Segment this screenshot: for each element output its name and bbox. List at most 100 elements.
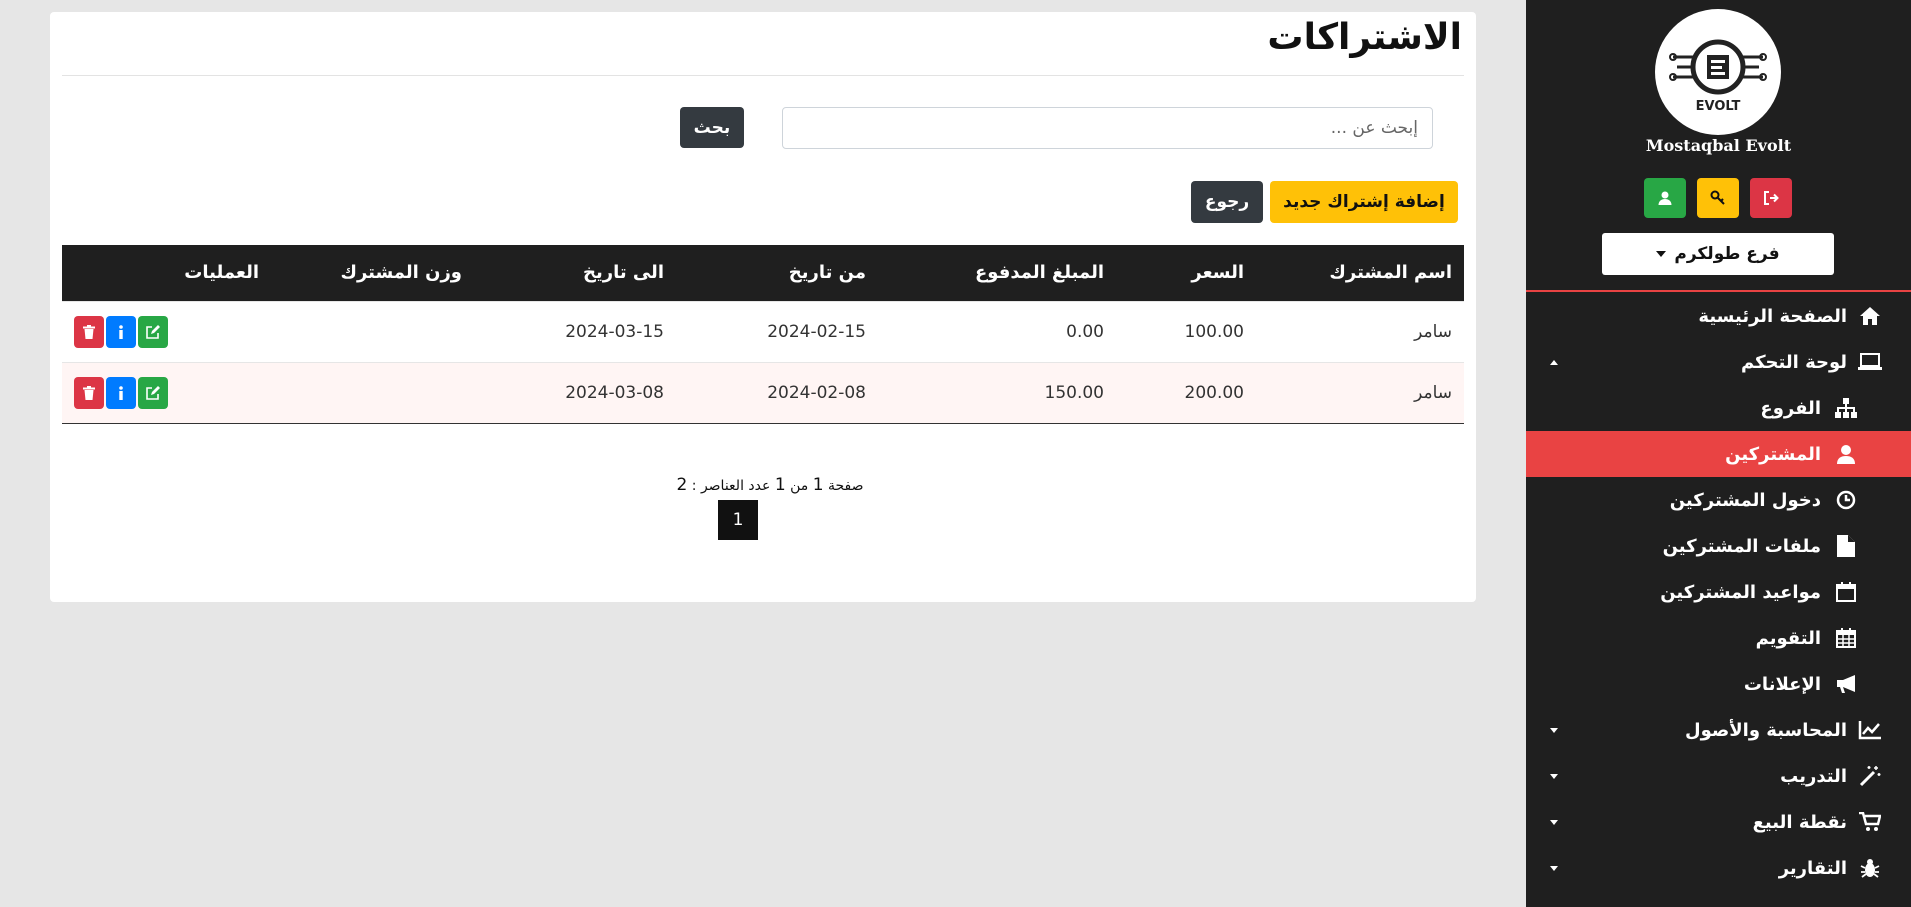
sidebar: EVOLT Mostaqbal Evolt فرع طولكرم الصفحة … [1526, 0, 1911, 907]
sidebar-nav: الصفحة الرئيسية لوحة التحكم الفروع المشت… [1526, 293, 1911, 891]
search-button[interactable]: بحث [680, 107, 744, 148]
change-password-button[interactable] [1697, 178, 1739, 218]
page-word: صفحة [827, 478, 864, 494]
cell-from-date: 2024-02-15 [676, 300, 878, 362]
chart-line-icon [1857, 717, 1883, 743]
branch-select[interactable]: فرع طولكرم [1602, 233, 1834, 275]
profile-button[interactable] [1644, 178, 1686, 218]
back-button[interactable]: رجوع [1191, 181, 1263, 223]
sidebar-item-label: دخول المشتركين [1669, 489, 1821, 511]
cell-to-date: 2024-03-15 [474, 300, 676, 362]
chevron-down-icon [1550, 866, 1558, 871]
row-actions [74, 376, 259, 409]
subscriptions-table: اسم المشترك السعر المبلغ المدفوع من تاري… [62, 245, 1464, 424]
column-header: العمليات [62, 245, 271, 301]
calendar-grid-icon [1833, 625, 1859, 651]
column-header: السعر [1116, 245, 1256, 301]
info-button[interactable] [106, 376, 136, 409]
cell-price: 100.00 [1116, 300, 1256, 362]
table-row: سامر 200.00 150.00 2024-02-08 2024-03-08 [62, 361, 1464, 424]
sign-out-icon [1764, 191, 1779, 205]
sidebar-item-ads[interactable]: الإعلانات [1526, 661, 1911, 707]
trash-icon [83, 324, 95, 339]
info-icon [119, 324, 123, 339]
sidebar-item-branches[interactable]: الفروع [1526, 385, 1911, 431]
cart-icon [1857, 809, 1883, 835]
edit-icon [146, 324, 160, 339]
add-subscription-button[interactable]: إضافة إشتراك جديد [1270, 181, 1458, 223]
search-input[interactable] [782, 107, 1433, 149]
page-title: الاشتراكات [1267, 17, 1462, 58]
cell-paid-amount: 0.00 [878, 300, 1116, 362]
account-buttons [1644, 178, 1792, 218]
home-icon [1857, 303, 1883, 329]
column-header: المبلغ المدفوع [878, 245, 1116, 301]
sidebar-item-subscriber-files[interactable]: ملفات المشتركين [1526, 523, 1911, 569]
of-word: من [790, 478, 809, 494]
column-header: اسم المشترك [1256, 245, 1464, 301]
chevron-down-icon [1550, 820, 1558, 825]
page-1-button[interactable]: 1 [718, 500, 758, 540]
calendar-icon [1833, 579, 1859, 605]
sidebar-item-pos[interactable]: نقطة البيع [1526, 799, 1911, 845]
subscriptions-card: الاشتراكات بحث إضافة إشتراك جديد رجوع اس… [50, 12, 1476, 602]
key-icon [1710, 190, 1725, 205]
chevron-down-icon [1550, 774, 1558, 779]
cell-price: 200.00 [1116, 361, 1256, 424]
edit-button[interactable] [138, 376, 168, 409]
sidebar-item-accounting[interactable]: المحاسبة والأصول [1526, 707, 1911, 753]
total-pages: 1 [774, 475, 786, 495]
sidebar-item-reports[interactable]: التقارير [1526, 845, 1911, 891]
sidebar-item-label: الفروع [1760, 397, 1821, 419]
cell-paid-amount: 150.00 [878, 361, 1116, 424]
brand-name: Mostaqbal Evolt [1645, 136, 1792, 155]
chevron-down-icon [1550, 728, 1558, 733]
sidebar-item-label: لوحة التحكم [1740, 351, 1847, 373]
trash-icon [83, 385, 95, 400]
sidebar-item-label: ملفات المشتركين [1662, 535, 1821, 557]
column-header: الى تاريخ [474, 245, 676, 301]
sidebar-item-subscriber-entry[interactable]: دخول المشتركين [1526, 477, 1911, 523]
cell-subscriber-name: سامر [1256, 300, 1464, 362]
sidebar-item-subscribers[interactable]: المشتركين [1526, 431, 1911, 477]
file-icon [1833, 533, 1859, 559]
item-count: 2 [676, 475, 688, 495]
delete-button[interactable] [74, 315, 104, 348]
cell-weight [271, 361, 474, 424]
delete-button[interactable] [74, 376, 104, 409]
edit-button[interactable] [138, 315, 168, 348]
cell-from-date: 2024-02-08 [676, 361, 878, 424]
sitemap-icon [1833, 395, 1859, 421]
pagination-summary: صفحة 1 من 1 عدد العناصر : 2 [670, 475, 870, 495]
edit-icon [146, 385, 160, 400]
logo-text: EVOLT [1696, 99, 1741, 114]
sidebar-item-dashboard[interactable]: لوحة التحكم [1526, 339, 1911, 385]
sidebar-item-subscriber-appointments[interactable]: مواعيد المشتركين [1526, 569, 1911, 615]
megaphone-icon [1833, 671, 1859, 697]
info-button[interactable] [106, 315, 136, 348]
sidebar-item-label: مواعيد المشتركين [1660, 581, 1821, 603]
cell-to-date: 2024-03-08 [474, 361, 676, 424]
sidebar-item-calendar[interactable]: التقويم [1526, 615, 1911, 661]
sidebar-item-label: التقارير [1778, 857, 1847, 879]
row-actions [74, 315, 259, 348]
info-icon [119, 385, 123, 400]
sidebar-item-home[interactable]: الصفحة الرئيسية [1526, 293, 1911, 339]
sidebar-item-label: التدريب [1780, 765, 1847, 787]
current-page: 1 [812, 475, 824, 495]
chevron-up-icon [1550, 360, 1558, 365]
column-header: وزن المشترك [271, 245, 474, 301]
cell-operations [62, 361, 271, 424]
sidebar-item-label: نقطة البيع [1752, 811, 1847, 833]
sidebar-item-training[interactable]: التدريب [1526, 753, 1911, 799]
table-row: سامر 100.00 0.00 2024-02-15 2024-03-15 [62, 300, 1464, 362]
bug-icon [1857, 855, 1883, 881]
magic-wand-icon [1857, 763, 1883, 789]
sidebar-item-label: المحاسبة والأصول [1684, 719, 1847, 741]
logo: EVOLT [1655, 9, 1781, 135]
logout-button[interactable] [1750, 178, 1792, 218]
clock-icon [1833, 487, 1859, 513]
user-icon [1658, 191, 1672, 205]
chevron-down-icon [1656, 251, 1667, 257]
user-icon [1833, 441, 1859, 467]
